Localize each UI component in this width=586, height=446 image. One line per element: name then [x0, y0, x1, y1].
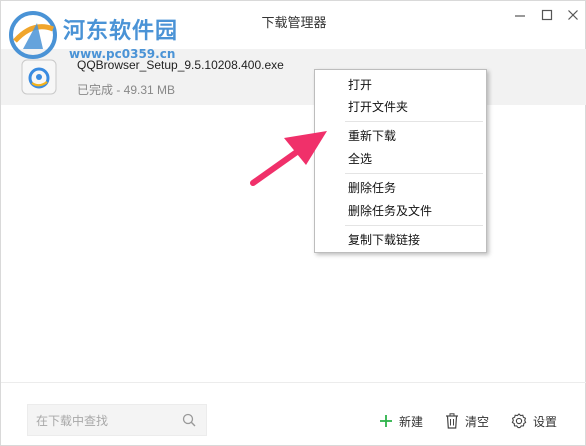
download-status: 已完成 - 49.31 MB — [77, 83, 176, 97]
minimize-button[interactable] — [509, 6, 531, 24]
menu-item-copy-link[interactable]: 复制下载链接 — [348, 231, 420, 248]
menu-item-open-folder[interactable]: 打开文件夹 — [348, 98, 408, 115]
download-manager-window: 下载管理器 QQBrowser_Setup_9.5.10208.400.exe … — [0, 0, 586, 446]
search-icon[interactable] — [182, 413, 196, 427]
plus-icon — [380, 415, 392, 427]
menu-item-delete-task-and-file[interactable]: 删除任务及文件 — [348, 202, 432, 219]
menu-item-select-all[interactable]: 全选 — [348, 150, 372, 167]
maximize-icon — [541, 9, 553, 21]
menu-separator — [345, 121, 483, 122]
clear-button[interactable]: 清空 — [445, 411, 489, 431]
search-input[interactable] — [36, 412, 176, 430]
new-download-button[interactable]: 新建 — [379, 411, 423, 431]
menu-separator — [345, 225, 483, 226]
menu-item-open[interactable]: 打开 — [348, 76, 372, 93]
clear-label: 清空 — [465, 414, 490, 429]
context-menu: 打开 打开文件夹 重新下载 全选 删除任务 删除任务及文件 复制下载链接 — [314, 69, 487, 253]
gear-icon — [511, 413, 527, 429]
watermark-site-name: 河东软件园 — [63, 18, 179, 44]
settings-button[interactable]: 设置 — [511, 411, 557, 431]
menu-item-delete-task[interactable]: 删除任务 — [348, 179, 396, 196]
footer-divider — [1, 382, 586, 383]
new-download-label: 新建 — [399, 414, 424, 429]
settings-label: 设置 — [533, 414, 558, 429]
close-button[interactable] — [562, 6, 584, 24]
trash-icon — [446, 413, 458, 429]
minimize-icon — [515, 15, 525, 17]
watermark-logo — [9, 11, 57, 59]
menu-item-redownload[interactable]: 重新下载 — [348, 127, 396, 144]
menu-separator — [345, 173, 483, 174]
maximize-button[interactable] — [536, 6, 558, 24]
search-box[interactable] — [27, 404, 207, 436]
close-icon — [568, 10, 578, 20]
watermark: 河东软件园 www.pc0359.cn — [7, 7, 227, 69]
watermark-url: www.pc0359.cn — [69, 47, 176, 61]
